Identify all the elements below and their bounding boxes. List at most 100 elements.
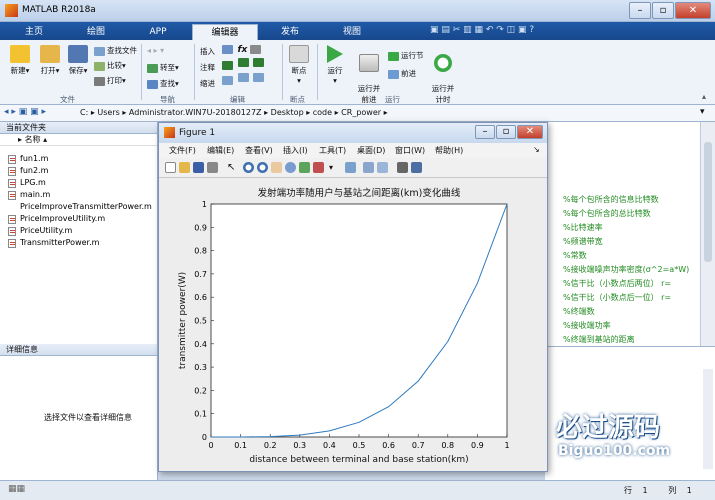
rotate-icon[interactable] xyxy=(285,162,296,173)
comment-button[interactable]: 注释 xyxy=(200,62,215,73)
menu-tools[interactable]: 工具(T) xyxy=(319,145,346,156)
tab-publish[interactable]: 发布 xyxy=(260,24,320,40)
new-button[interactable]: 新建▾ xyxy=(6,45,34,76)
hide-plot-tools-icon[interactable] xyxy=(397,162,408,173)
open-button[interactable]: 打开▾ xyxy=(36,45,64,76)
save-button[interactable]: 保存▾ xyxy=(64,45,92,76)
minimize-button[interactable]: – xyxy=(629,2,651,19)
y-tick-label: 0.1 xyxy=(194,410,207,419)
save-icon[interactable] xyxy=(193,162,204,173)
figure-window[interactable]: Figure 1 – ▫ ✕ 文件(F) 编辑(E) 查看(V) 插入(I) 工… xyxy=(158,122,548,472)
collapse-ribbon-icon[interactable]: ▴ xyxy=(702,92,706,101)
show-plot-tools-icon[interactable] xyxy=(411,162,422,173)
print-icon[interactable] xyxy=(207,162,218,173)
wrap-comment-icon[interactable] xyxy=(253,58,265,67)
brush-dropdown-icon[interactable]: ▾ xyxy=(329,162,340,173)
smart-indent-icon[interactable] xyxy=(222,76,233,85)
figure-maximize-button[interactable]: ▫ xyxy=(496,125,516,139)
nav-arrows[interactable]: ◂ ▸ ▾ xyxy=(147,46,187,56)
close-button[interactable]: ✕ xyxy=(675,2,711,19)
menu-window[interactable]: 窗口(W) xyxy=(395,145,425,156)
decrease-indent-icon[interactable] xyxy=(253,73,265,82)
maximize-button[interactable]: ▫ xyxy=(652,2,674,19)
file-item[interactable]: PriceUtility.m xyxy=(8,226,72,236)
run-advance-icon xyxy=(359,54,379,72)
data-cursor-icon[interactable] xyxy=(299,162,310,173)
open-icon[interactable] xyxy=(179,162,190,173)
tab-apps[interactable]: APP xyxy=(128,24,188,40)
file-item[interactable]: fun2.m xyxy=(8,166,48,176)
menu-file[interactable]: 文件(F) xyxy=(169,145,196,156)
file-item[interactable]: LPG.m xyxy=(8,178,46,188)
line-chart[interactable]: 发射端功率随用户与基站之间距离(km)变化曲线 distance between… xyxy=(159,178,547,471)
run-section-button[interactable]: 运行节 xyxy=(388,50,424,61)
legend-icon[interactable] xyxy=(377,162,388,173)
tab-plots[interactable]: 绘图 xyxy=(66,24,126,40)
y-tick-label: 0.8 xyxy=(194,247,207,256)
menu-view[interactable]: 查看(V) xyxy=(245,145,273,156)
brush-icon[interactable] xyxy=(313,162,324,173)
menu-desktop[interactable]: 桌面(D) xyxy=(357,145,385,156)
comment-percent-icon[interactable] xyxy=(222,61,233,70)
link-icon[interactable] xyxy=(345,162,356,173)
y-tick-label: 0.4 xyxy=(194,340,207,349)
print-button[interactable]: 打印▾ xyxy=(94,75,126,86)
file-item[interactable]: PriceImproveTransmitterPower.m xyxy=(20,202,158,211)
figure-minimize-button[interactable]: – xyxy=(475,125,495,139)
insert-button[interactable]: 插入 xyxy=(200,46,215,57)
path-segment[interactable]: CR_power xyxy=(341,108,381,117)
zoom-in-icon[interactable] xyxy=(243,162,254,173)
breakpoints-button[interactable]: 断点 ▾ xyxy=(286,45,312,85)
name-column-header[interactable]: ▸ 名称 ▴ xyxy=(0,134,157,146)
quick-access-toolbar[interactable]: ▣ ▤ ✂ ▥ ▦ ↶ ↷ ◫ ▣ ? xyxy=(430,25,538,37)
increase-indent-icon[interactable] xyxy=(237,73,249,82)
compare-button[interactable]: 比较▾ xyxy=(94,60,126,71)
compare-icon xyxy=(94,61,105,71)
zoom-out-icon[interactable] xyxy=(257,162,268,173)
insert-section-icon[interactable] xyxy=(222,45,233,54)
address-dropdown-icon[interactable]: ▾ xyxy=(700,107,705,117)
menu-dock-icon[interactable]: ↘ xyxy=(533,145,540,154)
menu-edit[interactable]: 编辑(E) xyxy=(207,145,234,156)
new-figure-icon[interactable] xyxy=(165,162,176,173)
menu-insert[interactable]: 插入(I) xyxy=(283,145,308,156)
path-segment[interactable]: Desktop xyxy=(271,108,304,117)
tab-home[interactable]: 主页 xyxy=(4,24,64,40)
path-segment[interactable]: Administrator.WIN7U-20180127Z xyxy=(129,108,262,117)
path-segment[interactable]: C: xyxy=(80,108,88,117)
figure-close-button[interactable]: ✕ xyxy=(517,125,543,139)
pointer-icon[interactable]: ↖ xyxy=(227,162,238,173)
uncomment-icon[interactable] xyxy=(237,58,249,67)
goto-button[interactable]: 转至▾ xyxy=(147,62,179,73)
colorbar-icon[interactable] xyxy=(363,162,374,173)
figure-canvas[interactable]: 发射端功率随用户与基站之间距离(km)变化曲线 distance between… xyxy=(159,178,547,471)
tab-view[interactable]: 视图 xyxy=(322,24,382,40)
path-segment[interactable]: code xyxy=(313,108,332,117)
code-editor[interactable]: %每个包所含的信息比特数 %每个包所含的总比特数 %比特速率 %频谱带宽 %常数… xyxy=(545,122,705,346)
pan-icon[interactable] xyxy=(271,162,282,173)
scrollbar-thumb[interactable] xyxy=(704,142,712,262)
x-tick-label: 0.7 xyxy=(412,441,425,450)
file-item[interactable]: PriceImproveUtility.m xyxy=(8,214,105,224)
editor-scrollbar[interactable] xyxy=(700,122,715,346)
file-item[interactable]: fun1.m xyxy=(8,154,48,164)
x-tick-label: 0.4 xyxy=(323,441,336,450)
indent-button[interactable]: 缩进 xyxy=(200,78,215,89)
path-segment[interactable]: Users xyxy=(97,108,119,117)
file-item[interactable]: main.m xyxy=(8,190,50,200)
tab-editor[interactable]: 编辑器 xyxy=(192,24,258,40)
plot-area xyxy=(210,203,508,438)
menu-help[interactable]: 帮助(H) xyxy=(435,145,463,156)
address-path[interactable]: C: ▸ Users ▸ Administrator.WIN7U-2018012… xyxy=(80,108,700,120)
file-item[interactable]: TransmitterPower.m xyxy=(8,238,99,248)
run-and-time-button[interactable]: 运行并 计时 xyxy=(428,45,458,105)
nav-back-forward-icons[interactable]: ◂ ▸ ▣ ▣ ▸ xyxy=(4,107,46,117)
fx-icon[interactable]: fx xyxy=(238,45,248,55)
insert-more-icon[interactable] xyxy=(249,45,261,54)
run-and-advance-button[interactable]: 运行并 前进 xyxy=(354,45,384,105)
find-files-button[interactable]: 查找文件 xyxy=(94,45,137,56)
find-button[interactable]: 查找▾ xyxy=(147,78,179,89)
ribbon-separator xyxy=(141,44,142,100)
advance-button[interactable]: 前进 xyxy=(388,68,416,79)
run-button[interactable]: 运行 ▾ xyxy=(322,45,348,85)
